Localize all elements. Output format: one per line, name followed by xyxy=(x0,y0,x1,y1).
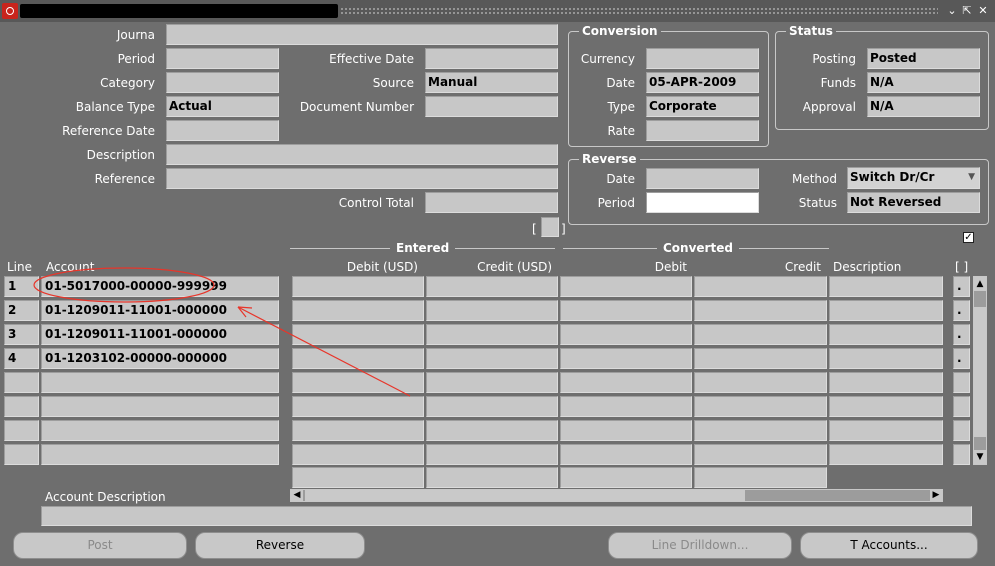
annotation-overlay xyxy=(33,267,411,397)
annotation-arrow-line xyxy=(237,306,411,397)
annotation-ellipse xyxy=(33,267,215,303)
